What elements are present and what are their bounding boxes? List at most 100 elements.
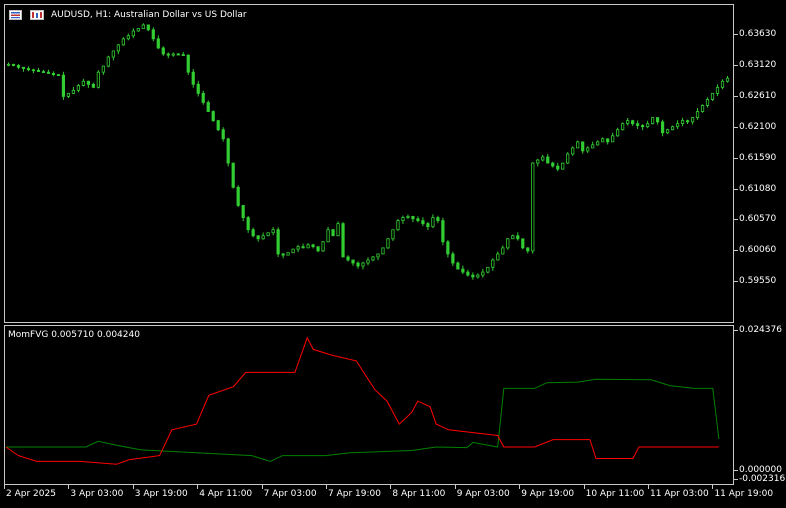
time-axis-label: 8 Apr 11:00 (392, 489, 446, 499)
candle-body (16, 65, 21, 68)
candle-body (101, 65, 105, 73)
candle-body (581, 141, 585, 152)
time-axis-tick (712, 485, 714, 489)
price-axis-label: 0.60060 (739, 245, 777, 256)
candle-body (241, 205, 245, 218)
candle-body (571, 147, 575, 155)
price-axis-tick (734, 64, 738, 66)
candle-body (26, 68, 31, 71)
candle-body (476, 274, 480, 278)
candle-body (546, 156, 550, 164)
price-axis-tick (734, 250, 738, 252)
candle-body (176, 53, 180, 56)
candle-body (695, 111, 700, 119)
chart-canvas (5, 23, 730, 465)
candle-body (551, 162, 555, 167)
candle-body (391, 229, 395, 240)
indicator-axis-label: -0.002316 (739, 474, 786, 484)
price-axis-tick (734, 126, 738, 128)
candle-body (211, 111, 215, 122)
momfvg-red-line (5, 336, 719, 465)
candle-body (291, 248, 295, 254)
time-axis-label: 3 Apr 03:00 (70, 489, 124, 499)
candle-body (715, 86, 720, 94)
candle-body (111, 50, 115, 58)
candle-body (725, 77, 730, 82)
candle-body (336, 223, 340, 237)
price-axis-label: 0.60570 (739, 214, 777, 225)
candle-body (171, 53, 175, 56)
time-axis-tick (132, 485, 134, 489)
price-axis-tick (734, 188, 738, 190)
candle-body (56, 74, 61, 76)
time-axis-tick (326, 485, 327, 489)
indicator-axis-label: 0.024376 (739, 325, 782, 335)
candle-body (641, 125, 645, 128)
time-axis-label: 11 Apr 03:00 (650, 489, 709, 499)
candle-body (536, 159, 540, 164)
time-axis-tick (648, 485, 649, 489)
terminal-chart-window: AUDUSD, H1: Australian Dollar vs US Doll… (0, 0, 786, 508)
time-axis-label: 10 Apr 11:00 (585, 489, 645, 499)
candle-body (621, 123, 625, 131)
candle-body (436, 217, 440, 222)
price-axis-label: 0.59550 (739, 276, 777, 287)
candle-body (710, 92, 715, 100)
candle-body (221, 129, 225, 140)
candle-body (31, 69, 36, 72)
candle-body (46, 71, 51, 74)
candle-body (341, 223, 345, 258)
candle-body (646, 123, 650, 128)
candle-body (126, 35, 130, 40)
candle-body (246, 217, 250, 231)
price-axis-label: 0.63120 (739, 59, 777, 70)
candle-body (216, 120, 220, 131)
candle-body (331, 229, 335, 237)
time-axis-tick (4, 485, 5, 489)
candle-body (196, 83, 200, 94)
candle-body (206, 102, 210, 112)
candle-body (651, 117, 655, 125)
candle-body (606, 138, 610, 143)
candle-body (471, 274, 475, 278)
time-axis-tick (261, 485, 263, 489)
candle-body (406, 215, 410, 218)
candle-body (281, 253, 285, 256)
candle-body (316, 246, 320, 252)
candle-body (431, 217, 435, 228)
candle-body (66, 92, 71, 97)
candle-body (161, 47, 165, 55)
candle-body (356, 262, 360, 267)
candle-body (631, 120, 635, 125)
candle-body (526, 247, 530, 252)
candle-body (466, 271, 470, 276)
candle-body (501, 247, 505, 255)
candle-body (276, 229, 280, 255)
candle-body (561, 162, 565, 170)
candle-body (311, 244, 315, 248)
candle-body (151, 29, 155, 40)
candle-body (6, 63, 11, 66)
candle-body (481, 271, 485, 276)
candle-body (396, 220, 400, 231)
candle-body (61, 74, 66, 97)
time-axis-label: 7 Apr 03:00 (263, 489, 317, 499)
candle-body (146, 24, 150, 31)
price-axis-tick (734, 157, 738, 159)
time-axis-tick (519, 485, 521, 489)
candle-body (251, 229, 255, 237)
candle-body (720, 80, 725, 88)
candle-body (601, 138, 605, 143)
indicator-axis-tick (734, 330, 738, 331)
candle-body (361, 262, 365, 267)
time-axis-label: 9 Apr 19:00 (521, 489, 575, 499)
price-axis-label: 0.62610 (739, 90, 777, 101)
time-axis-label: 9 Apr 03:00 (456, 489, 510, 499)
candle-body (296, 246, 300, 250)
candle-body (516, 235, 520, 240)
candle-body (226, 138, 230, 164)
candle-body (91, 83, 95, 88)
candle-body (191, 71, 195, 85)
candle-body (376, 253, 380, 258)
candle-body (371, 256, 375, 261)
